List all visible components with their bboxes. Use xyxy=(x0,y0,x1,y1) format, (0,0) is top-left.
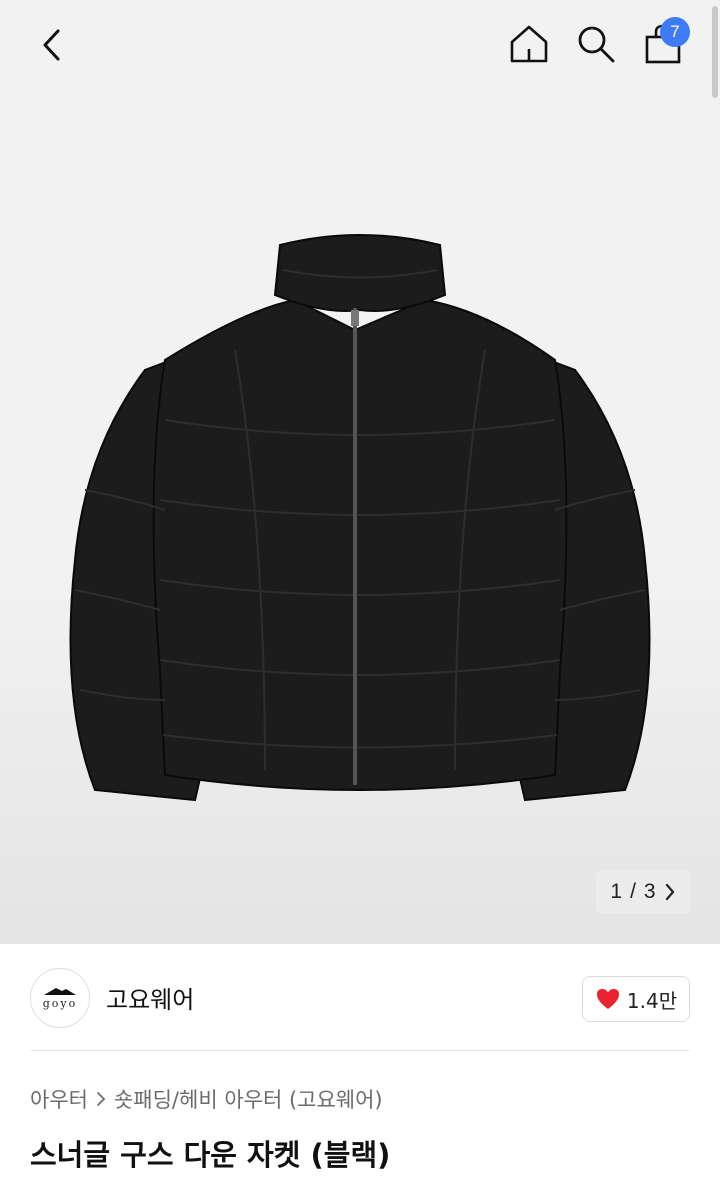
pager-total: 3 xyxy=(643,880,656,903)
product-image-gallery[interactable]: 7 1 / 3 xyxy=(0,0,720,944)
pager-separator: / xyxy=(630,880,636,903)
pager-current: 1 xyxy=(610,880,623,903)
breadcrumb-item-category[interactable]: 아우터 xyxy=(30,1084,88,1114)
product-title: 스너글 구스 다운 자켓 (블랙) xyxy=(30,1138,391,1172)
cart-count-badge: 7 xyxy=(660,17,690,47)
home-button[interactable] xyxy=(504,19,554,69)
brand-row: goyo 고요웨어 1.4만 xyxy=(0,944,720,1049)
breadcrumb-item-subcategory[interactable]: 숏패딩/헤비 아우터 (고요웨어) xyxy=(114,1084,383,1114)
logo-text: goyo xyxy=(42,997,78,1010)
breadcrumb: 아우터 숏패딩/헤비 아우터 (고요웨어) xyxy=(30,1084,383,1114)
back-button[interactable] xyxy=(28,20,78,70)
product-image xyxy=(69,234,651,802)
chevron-right-icon xyxy=(97,1092,106,1106)
search-button[interactable] xyxy=(571,19,621,69)
top-navigation-bar: 7 xyxy=(0,0,720,98)
image-pager[interactable]: 1 / 3 xyxy=(596,870,690,914)
search-icon xyxy=(578,26,615,63)
brand-logo[interactable]: goyo xyxy=(30,968,90,1028)
like-button[interactable]: 1.4만 xyxy=(582,976,690,1022)
scrollbar[interactable] xyxy=(712,6,718,98)
chevron-right-icon xyxy=(665,883,675,901)
heart-icon xyxy=(596,989,619,1009)
home-icon xyxy=(510,25,548,63)
like-count: 1.4만 xyxy=(626,988,678,1013)
chevron-left-icon xyxy=(43,29,60,61)
mountain-logo-icon xyxy=(44,988,76,995)
brand-name-link[interactable]: 고요웨어 xyxy=(106,980,194,1015)
divider xyxy=(30,1050,690,1051)
